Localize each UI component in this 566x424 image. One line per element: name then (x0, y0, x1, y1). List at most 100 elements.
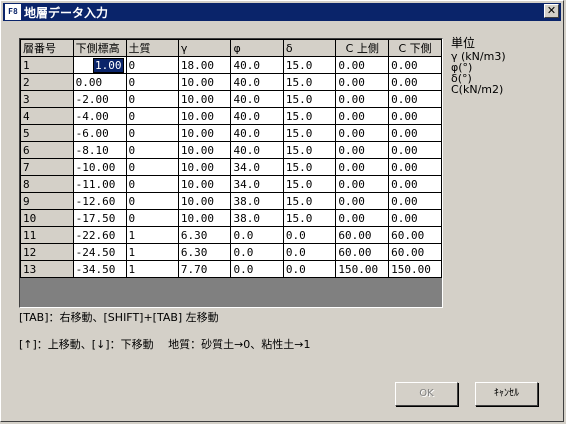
cell-c-upper[interactable]: 0.00 (335, 73, 390, 91)
col-header-c-lower[interactable]: C 下側 (388, 39, 442, 57)
cell-gamma[interactable]: 10.00 (177, 141, 232, 159)
cell-c-lower[interactable]: 0.00 (388, 192, 442, 210)
cell-gamma[interactable]: 10.00 (177, 192, 232, 210)
cell-gamma[interactable]: 6.30 (177, 226, 232, 244)
cell-gamma[interactable]: 6.30 (177, 243, 232, 261)
cell-bottom-elevation[interactable]: -34.50 (72, 260, 127, 278)
title-bar[interactable]: F8 地層データ入力 ✕ (3, 3, 561, 21)
cell-c-upper[interactable]: 0.00 (335, 107, 390, 125)
cell-phi[interactable]: 0.0 (230, 226, 284, 244)
cell-c-upper[interactable]: 0.00 (335, 90, 390, 108)
cell-gamma[interactable]: 18.00 (177, 56, 232, 74)
cell-soil-type[interactable]: 0 (125, 209, 179, 227)
cell-gamma[interactable]: 10.00 (177, 175, 232, 193)
col-header-c-upper[interactable]: C 上側 (335, 39, 390, 57)
cell-c-lower[interactable]: 60.00 (388, 226, 442, 244)
cell-phi[interactable]: 40.0 (230, 141, 284, 159)
cell-c-upper[interactable]: 0.00 (335, 192, 390, 210)
cell-gamma[interactable]: 10.00 (177, 90, 232, 108)
cell-bottom-elevation[interactable]: -2.00 (72, 90, 127, 108)
cell-bottom-elevation[interactable]: 1.00 (72, 56, 127, 74)
cell-c-lower[interactable]: 0.00 (388, 158, 442, 176)
col-header-gamma[interactable]: γ (177, 39, 232, 57)
cell-phi[interactable]: 40.0 (230, 90, 284, 108)
cell-c-lower[interactable]: 0.00 (388, 90, 442, 108)
col-header-soil-type[interactable]: 土質 (125, 39, 179, 57)
cell-delta[interactable]: 15.0 (282, 175, 337, 193)
cell-c-upper[interactable]: 0.00 (335, 124, 390, 142)
cell-soil-type[interactable]: 0 (125, 107, 179, 125)
cell-c-lower[interactable]: 0.00 (388, 175, 442, 193)
cell-c-upper[interactable]: 0.00 (335, 158, 390, 176)
cell-delta[interactable]: 15.0 (282, 107, 337, 125)
cell-gamma[interactable]: 10.00 (177, 209, 232, 227)
cell-gamma[interactable]: 10.00 (177, 124, 232, 142)
cell-c-lower[interactable]: 60.00 (388, 243, 442, 261)
cell-bottom-elevation[interactable]: -22.60 (72, 226, 127, 244)
cell-delta[interactable]: 15.0 (282, 209, 337, 227)
cell-soil-type[interactable]: 1 (125, 226, 179, 244)
cell-delta[interactable]: 0.0 (282, 243, 337, 261)
cell-phi[interactable]: 40.0 (230, 56, 284, 74)
cell-phi[interactable]: 34.0 (230, 158, 284, 176)
cell-soil-type[interactable]: 1 (125, 260, 179, 278)
cell-phi[interactable]: 38.0 (230, 192, 284, 210)
cancel-button[interactable]: ｷｬﾝｾﾙ (475, 382, 538, 406)
cell-c-upper[interactable]: 0.00 (335, 175, 390, 193)
cell-bottom-elevation[interactable]: -24.50 (72, 243, 127, 261)
cell-gamma[interactable]: 7.70 (177, 260, 232, 278)
cell-bottom-elevation[interactable]: -8.10 (72, 141, 127, 159)
cell-soil-type[interactable]: 0 (125, 192, 179, 210)
cell-delta[interactable]: 0.0 (282, 226, 337, 244)
cell-c-lower[interactable]: 0.00 (388, 107, 442, 125)
cell-soil-type[interactable]: 0 (125, 90, 179, 108)
cell-c-lower[interactable]: 0.00 (388, 209, 442, 227)
cell-bottom-elevation[interactable]: -11.00 (72, 175, 127, 193)
cell-delta[interactable]: 15.0 (282, 141, 337, 159)
active-cell-editor[interactable]: 1.00 (93, 57, 124, 73)
cell-phi[interactable]: 0.0 (230, 243, 284, 261)
cell-delta[interactable]: 15.0 (282, 90, 337, 108)
cell-c-lower[interactable]: 0.00 (388, 141, 442, 159)
cell-c-upper[interactable]: 60.00 (335, 226, 390, 244)
cell-soil-type[interactable]: 1 (125, 243, 179, 261)
cell-phi[interactable]: 0.0 (230, 260, 284, 278)
cell-bottom-elevation[interactable]: -17.50 (72, 209, 127, 227)
col-header-phi[interactable]: φ (230, 39, 284, 57)
cell-c-lower[interactable]: 0.00 (388, 73, 442, 91)
cell-phi[interactable]: 40.0 (230, 107, 284, 125)
cell-phi[interactable]: 38.0 (230, 209, 284, 227)
cell-bottom-elevation[interactable]: 0.00 (72, 73, 127, 91)
cell-c-upper[interactable]: 60.00 (335, 243, 390, 261)
cell-bottom-elevation[interactable]: -12.60 (72, 192, 127, 210)
cell-c-upper[interactable]: 0.00 (335, 56, 390, 74)
strata-grid[interactable]: 層番号 下側標高 土質 γ φ δ C 上側 C 下側 1 1.00 0 18.00 4… (19, 38, 443, 308)
cell-soil-type[interactable]: 0 (125, 158, 179, 176)
cell-c-upper[interactable]: 0.00 (335, 209, 390, 227)
cell-gamma[interactable]: 10.00 (177, 73, 232, 91)
cell-c-lower[interactable]: 0.00 (388, 124, 442, 142)
cell-delta[interactable]: 15.0 (282, 73, 337, 91)
cell-phi[interactable]: 40.0 (230, 124, 284, 142)
cell-c-lower[interactable]: 0.00 (388, 56, 442, 74)
cell-gamma[interactable]: 10.00 (177, 107, 232, 125)
cell-bottom-elevation[interactable]: -6.00 (72, 124, 127, 142)
cell-soil-type[interactable]: 0 (125, 124, 179, 142)
cell-gamma[interactable]: 10.00 (177, 158, 232, 176)
cell-bottom-elevation[interactable]: -10.00 (72, 158, 127, 176)
cell-c-lower[interactable]: 150.00 (388, 260, 442, 278)
cell-c-upper[interactable]: 150.00 (335, 260, 390, 278)
cell-delta[interactable]: 0.0 (282, 260, 337, 278)
col-header-bottom-elevation[interactable]: 下側標高 (72, 39, 127, 57)
cell-soil-type[interactable]: 0 (125, 175, 179, 193)
cell-soil-type[interactable]: 0 (125, 141, 179, 159)
close-button[interactable]: ✕ (544, 4, 559, 18)
col-header-delta[interactable]: δ (282, 39, 337, 57)
cell-delta[interactable]: 15.0 (282, 192, 337, 210)
cell-c-upper[interactable]: 0.00 (335, 141, 390, 159)
col-header-layer-no[interactable]: 層番号 (20, 39, 74, 57)
ok-button[interactable]: OK (395, 382, 458, 406)
cell-bottom-elevation[interactable]: -4.00 (72, 107, 127, 125)
cell-soil-type[interactable]: 0 (125, 73, 179, 91)
cell-soil-type[interactable]: 0 (125, 56, 179, 74)
